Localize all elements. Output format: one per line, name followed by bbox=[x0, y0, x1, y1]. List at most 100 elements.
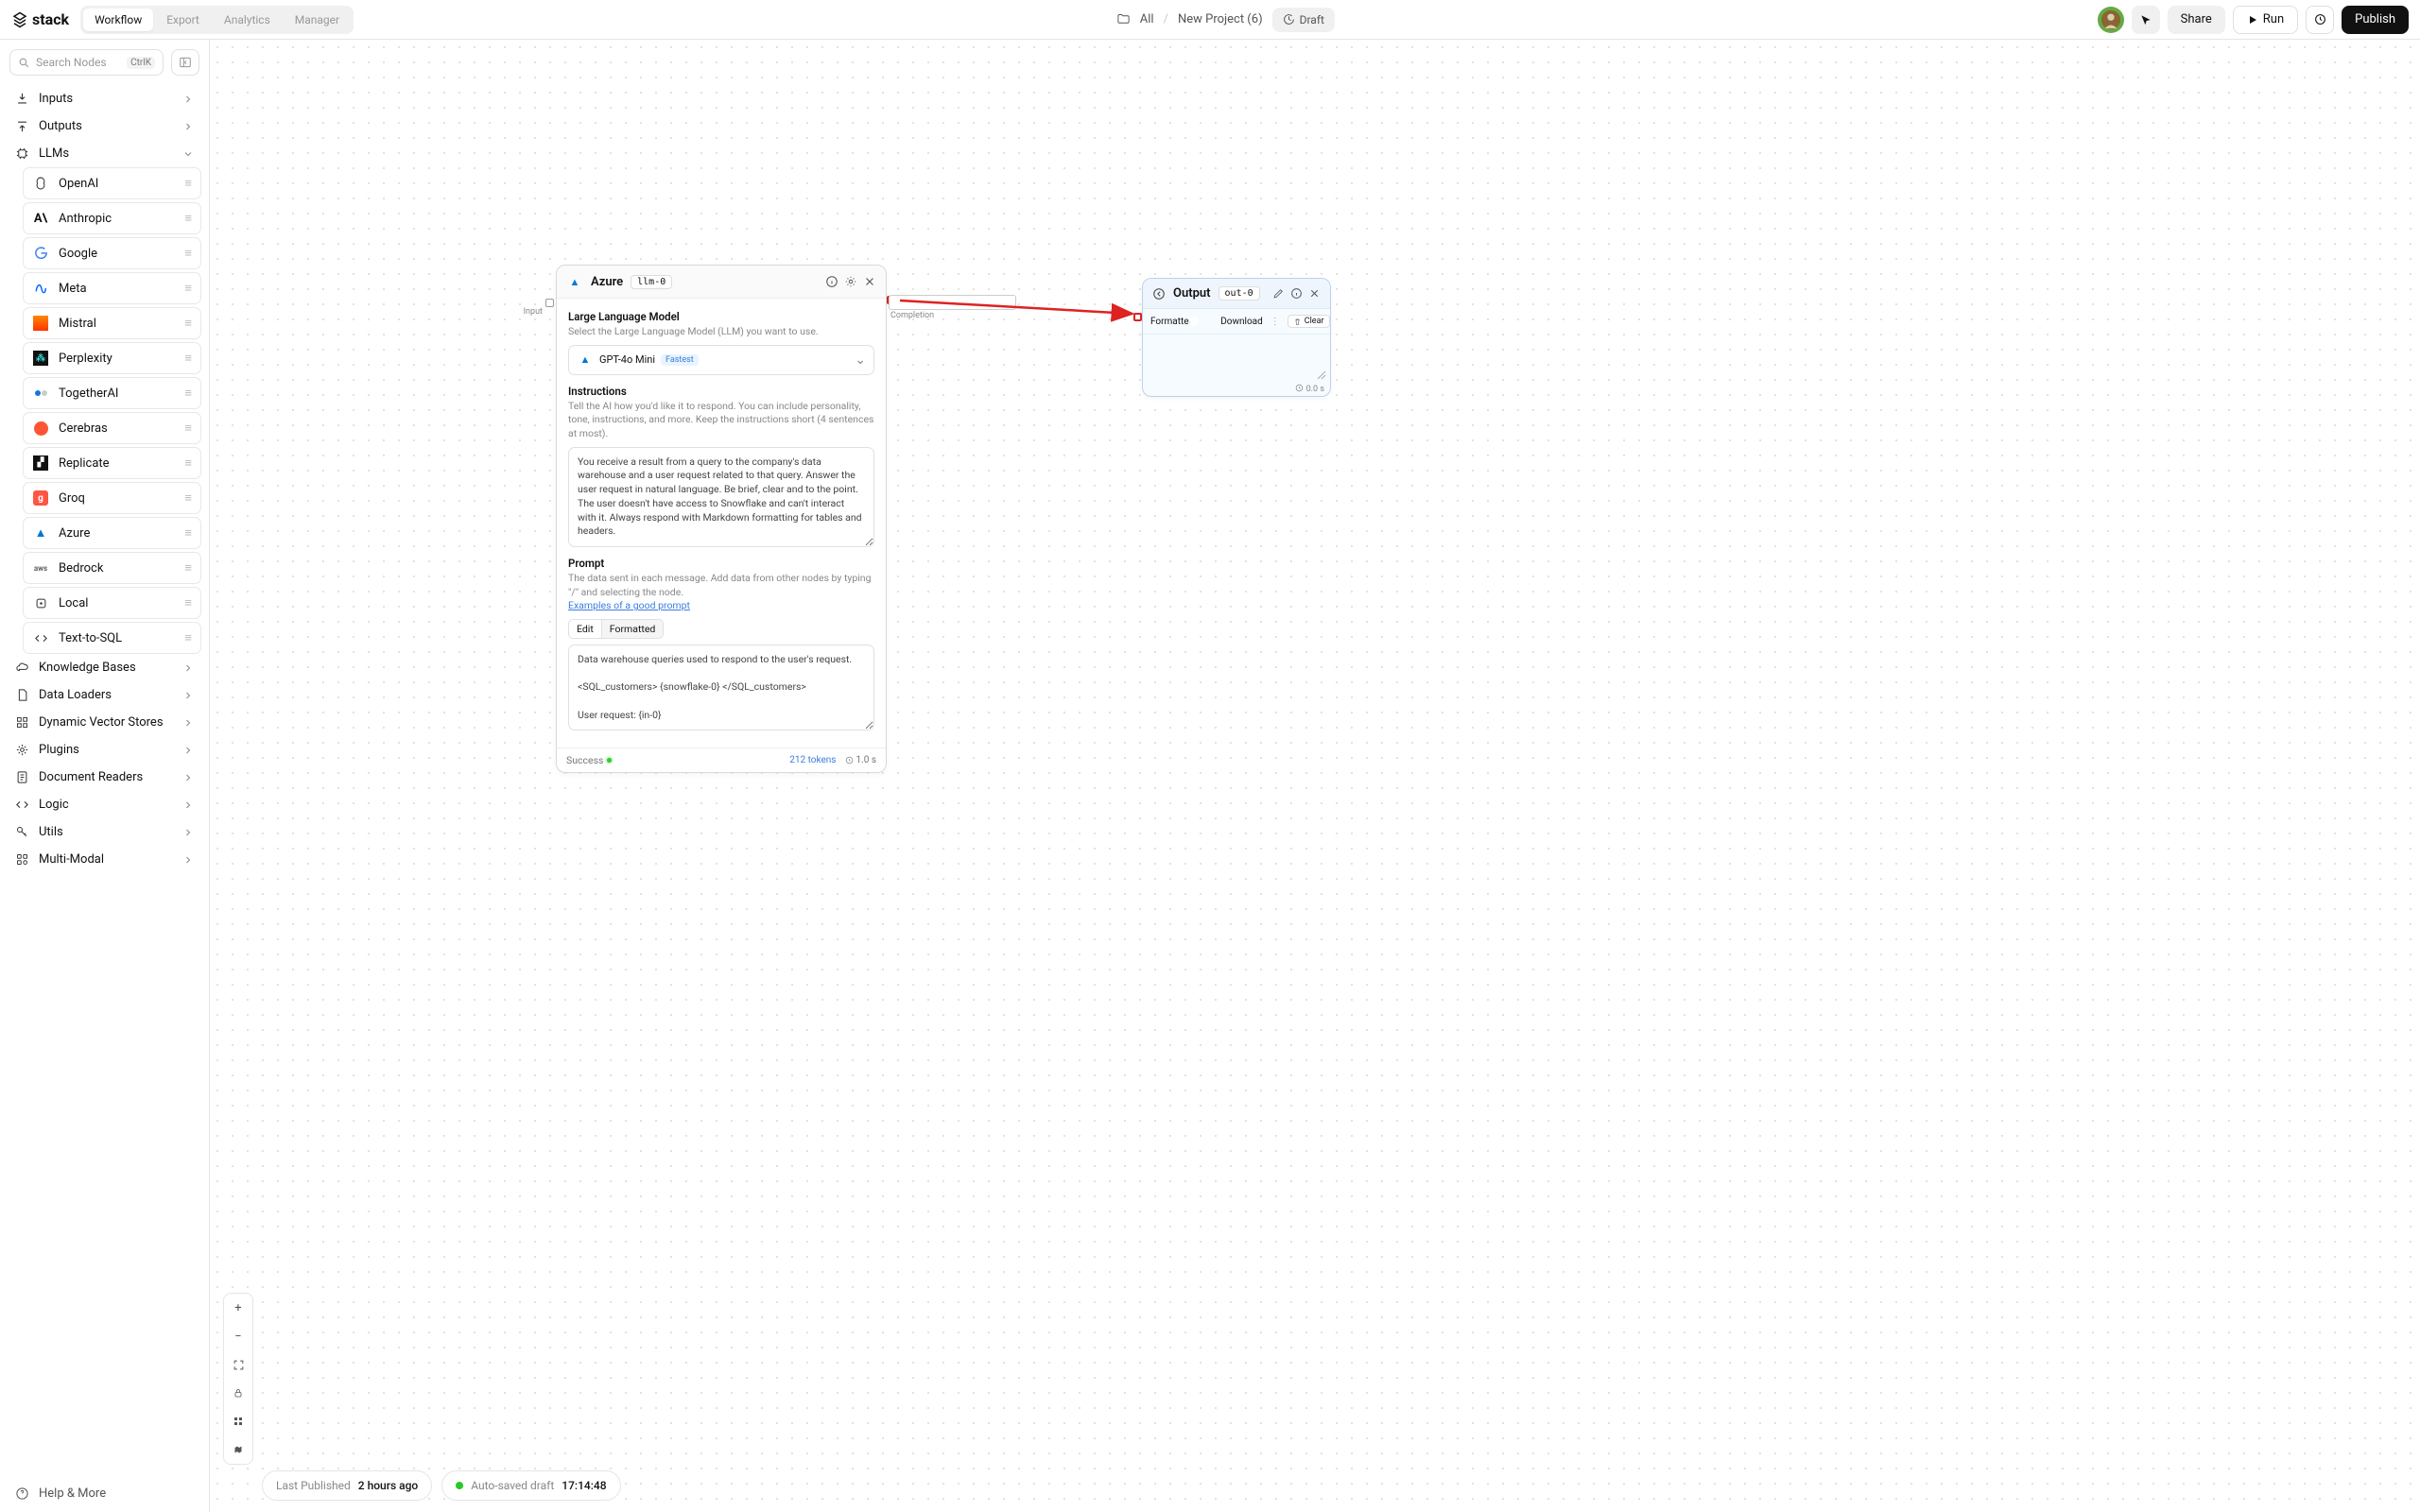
examples-link[interactable]: Examples of a good prompt bbox=[568, 599, 690, 611]
zoom-controls: + − bbox=[223, 1293, 253, 1465]
nav-readers[interactable]: Document Readers bbox=[8, 764, 201, 791]
prompt-textarea[interactable]: Data warehouse queries used to respond t… bbox=[568, 644, 874, 730]
provider-anthropic[interactable]: A\Anthropic≡ bbox=[23, 202, 201, 234]
history-icon bbox=[1283, 13, 1295, 26]
publish-button[interactable]: Publish bbox=[2342, 6, 2409, 34]
run-button[interactable]: Run bbox=[2233, 6, 2298, 34]
azure-node-title: Azure bbox=[591, 275, 623, 289]
provider-bedrock[interactable]: awsBedrock≡ bbox=[23, 552, 201, 584]
nav-multimodal[interactable]: Multi-Modal bbox=[8, 846, 201, 873]
draft-badge[interactable]: Draft bbox=[1272, 8, 1335, 32]
input-node-port[interactable] bbox=[545, 299, 554, 307]
close-icon[interactable] bbox=[1308, 287, 1321, 300]
output-icon bbox=[1152, 287, 1166, 301]
llm-section-title: Large Language Model bbox=[568, 310, 874, 323]
breadcrumb-all[interactable]: All bbox=[1140, 12, 1154, 26]
prompt-tabs: Edit Formatted bbox=[568, 619, 874, 639]
nav-plugins[interactable]: Plugins bbox=[8, 736, 201, 764]
provider-meta[interactable]: Meta≡ bbox=[23, 272, 201, 304]
help-button[interactable]: Help & More bbox=[0, 1475, 209, 1512]
provider-label: Google bbox=[59, 247, 97, 261]
azure-node[interactable]: ▲ Azure llm-0 Large Language Model Selec… bbox=[556, 265, 887, 773]
provider-label: Text-to-SQL bbox=[59, 631, 122, 645]
more-icon[interactable]: ⋮ bbox=[1270, 317, 1280, 327]
provider-texttosql[interactable]: Text-to-SQL≡ bbox=[23, 622, 201, 654]
output-node-tag: out-0 bbox=[1219, 286, 1260, 301]
gear-icon bbox=[15, 743, 29, 757]
canvas[interactable]: Input ▲ Azure llm-0 Large Language Model… bbox=[210, 40, 2420, 1512]
collapse-sidebar-button[interactable] bbox=[171, 49, 199, 76]
groq-icon: g bbox=[32, 490, 49, 507]
trash-icon bbox=[1293, 318, 1302, 326]
share-button[interactable]: Share bbox=[2168, 6, 2225, 34]
resize-handle-icon[interactable] bbox=[1317, 370, 1326, 380]
nav-utils[interactable]: Utils bbox=[8, 818, 201, 846]
nav-outputs[interactable]: Outputs bbox=[8, 112, 201, 140]
provider-replicate[interactable]: ▗▘Replicate≡ bbox=[23, 447, 201, 479]
zoom-lock-button[interactable] bbox=[224, 1379, 252, 1407]
gear-icon[interactable] bbox=[844, 275, 857, 288]
tab-export[interactable]: Export bbox=[155, 9, 211, 31]
download-label[interactable]: Download bbox=[1220, 317, 1263, 327]
provider-cerebras[interactable]: Cerebras≡ bbox=[23, 412, 201, 444]
edge-connector[interactable] bbox=[889, 295, 1016, 310]
edit-icon[interactable] bbox=[1272, 287, 1285, 300]
clear-button[interactable]: Clear bbox=[1288, 315, 1330, 328]
cursor-button[interactable] bbox=[2132, 6, 2160, 34]
topbar: stack Workflow Export Analytics Manager … bbox=[0, 0, 2420, 40]
zoom-out-button[interactable]: − bbox=[224, 1322, 252, 1350]
provider-mistral[interactable]: Mistral≡ bbox=[23, 307, 201, 339]
search-input[interactable]: Search Nodes CtrlK bbox=[9, 49, 164, 76]
provider-label: Azure bbox=[59, 526, 90, 541]
breadcrumb-project[interactable]: New Project (6) bbox=[1178, 12, 1263, 26]
provider-perplexity[interactable]: ⁂Perplexity≡ bbox=[23, 342, 201, 374]
nav-loaders[interactable]: Data Loaders bbox=[8, 681, 201, 709]
prompt-sub: The data sent in each message. Add data … bbox=[568, 572, 874, 613]
zoom-in-button[interactable]: + bbox=[224, 1294, 252, 1322]
openai-icon bbox=[32, 175, 49, 192]
close-icon[interactable] bbox=[863, 275, 876, 288]
provider-label: Perplexity bbox=[59, 352, 112, 366]
collapse-icon bbox=[179, 56, 192, 69]
zoom-fit-button[interactable] bbox=[224, 1350, 252, 1379]
minimap-icon bbox=[233, 1444, 244, 1455]
sidebar: Search Nodes CtrlK Inputs Outputs LLMs bbox=[0, 40, 210, 1512]
tab-analytics[interactable]: Analytics bbox=[213, 9, 282, 31]
zoom-layout-button[interactable] bbox=[224, 1407, 252, 1435]
provider-azure[interactable]: ▲Azure≡ bbox=[23, 517, 201, 549]
info-icon[interactable] bbox=[1290, 287, 1303, 300]
nav-knowledge[interactable]: Knowledge Bases bbox=[8, 654, 201, 681]
provider-label: TogetherAI bbox=[59, 387, 118, 401]
model-select[interactable]: ▲ GPT-4o Mini Fastest ⌄ bbox=[568, 345, 874, 375]
avatar[interactable] bbox=[2098, 7, 2124, 33]
tab-manager[interactable]: Manager bbox=[284, 9, 351, 31]
text-to-sql-icon bbox=[32, 629, 49, 646]
tab-workflow[interactable]: Workflow bbox=[83, 9, 153, 31]
nav-llms[interactable]: LLMs bbox=[8, 140, 201, 167]
provider-groq[interactable]: gGroq≡ bbox=[23, 482, 201, 514]
schedule-button[interactable] bbox=[2306, 6, 2334, 34]
info-icon[interactable] bbox=[825, 275, 838, 288]
drag-handle-icon: ≡ bbox=[184, 386, 192, 401]
nav-vector[interactable]: Dynamic Vector Stores bbox=[8, 709, 201, 736]
output-node-header[interactable]: Output out-0 bbox=[1143, 279, 1330, 309]
provider-label: Bedrock bbox=[59, 561, 103, 576]
instructions-textarea[interactable]: You receive a result from a query to the… bbox=[568, 447, 874, 547]
bedrock-icon: aws bbox=[32, 559, 49, 576]
cerebras-icon bbox=[32, 420, 49, 437]
layout-icon bbox=[233, 1416, 244, 1427]
nav-logic[interactable]: Logic bbox=[8, 791, 201, 818]
output-input-port[interactable] bbox=[1133, 313, 1142, 321]
output-node[interactable]: Output out-0 Formatted Download ⋮ Clear bbox=[1142, 278, 1331, 397]
zoom-map-button[interactable] bbox=[224, 1435, 252, 1464]
tab-edit[interactable]: Edit bbox=[568, 619, 602, 639]
tab-formatted[interactable]: Formatted bbox=[602, 619, 665, 639]
expand-icon bbox=[233, 1359, 245, 1371]
input-node[interactable]: Input bbox=[328, 295, 550, 312]
provider-openai[interactable]: OpenAI≡ bbox=[23, 167, 201, 199]
provider-local[interactable]: Local≡ bbox=[23, 587, 201, 619]
provider-togetherai[interactable]: TogetherAI ≡ bbox=[23, 377, 201, 409]
provider-google[interactable]: Google≡ bbox=[23, 237, 201, 269]
nav-inputs[interactable]: Inputs bbox=[8, 85, 201, 112]
azure-node-header[interactable]: ▲ Azure llm-0 bbox=[557, 266, 886, 299]
